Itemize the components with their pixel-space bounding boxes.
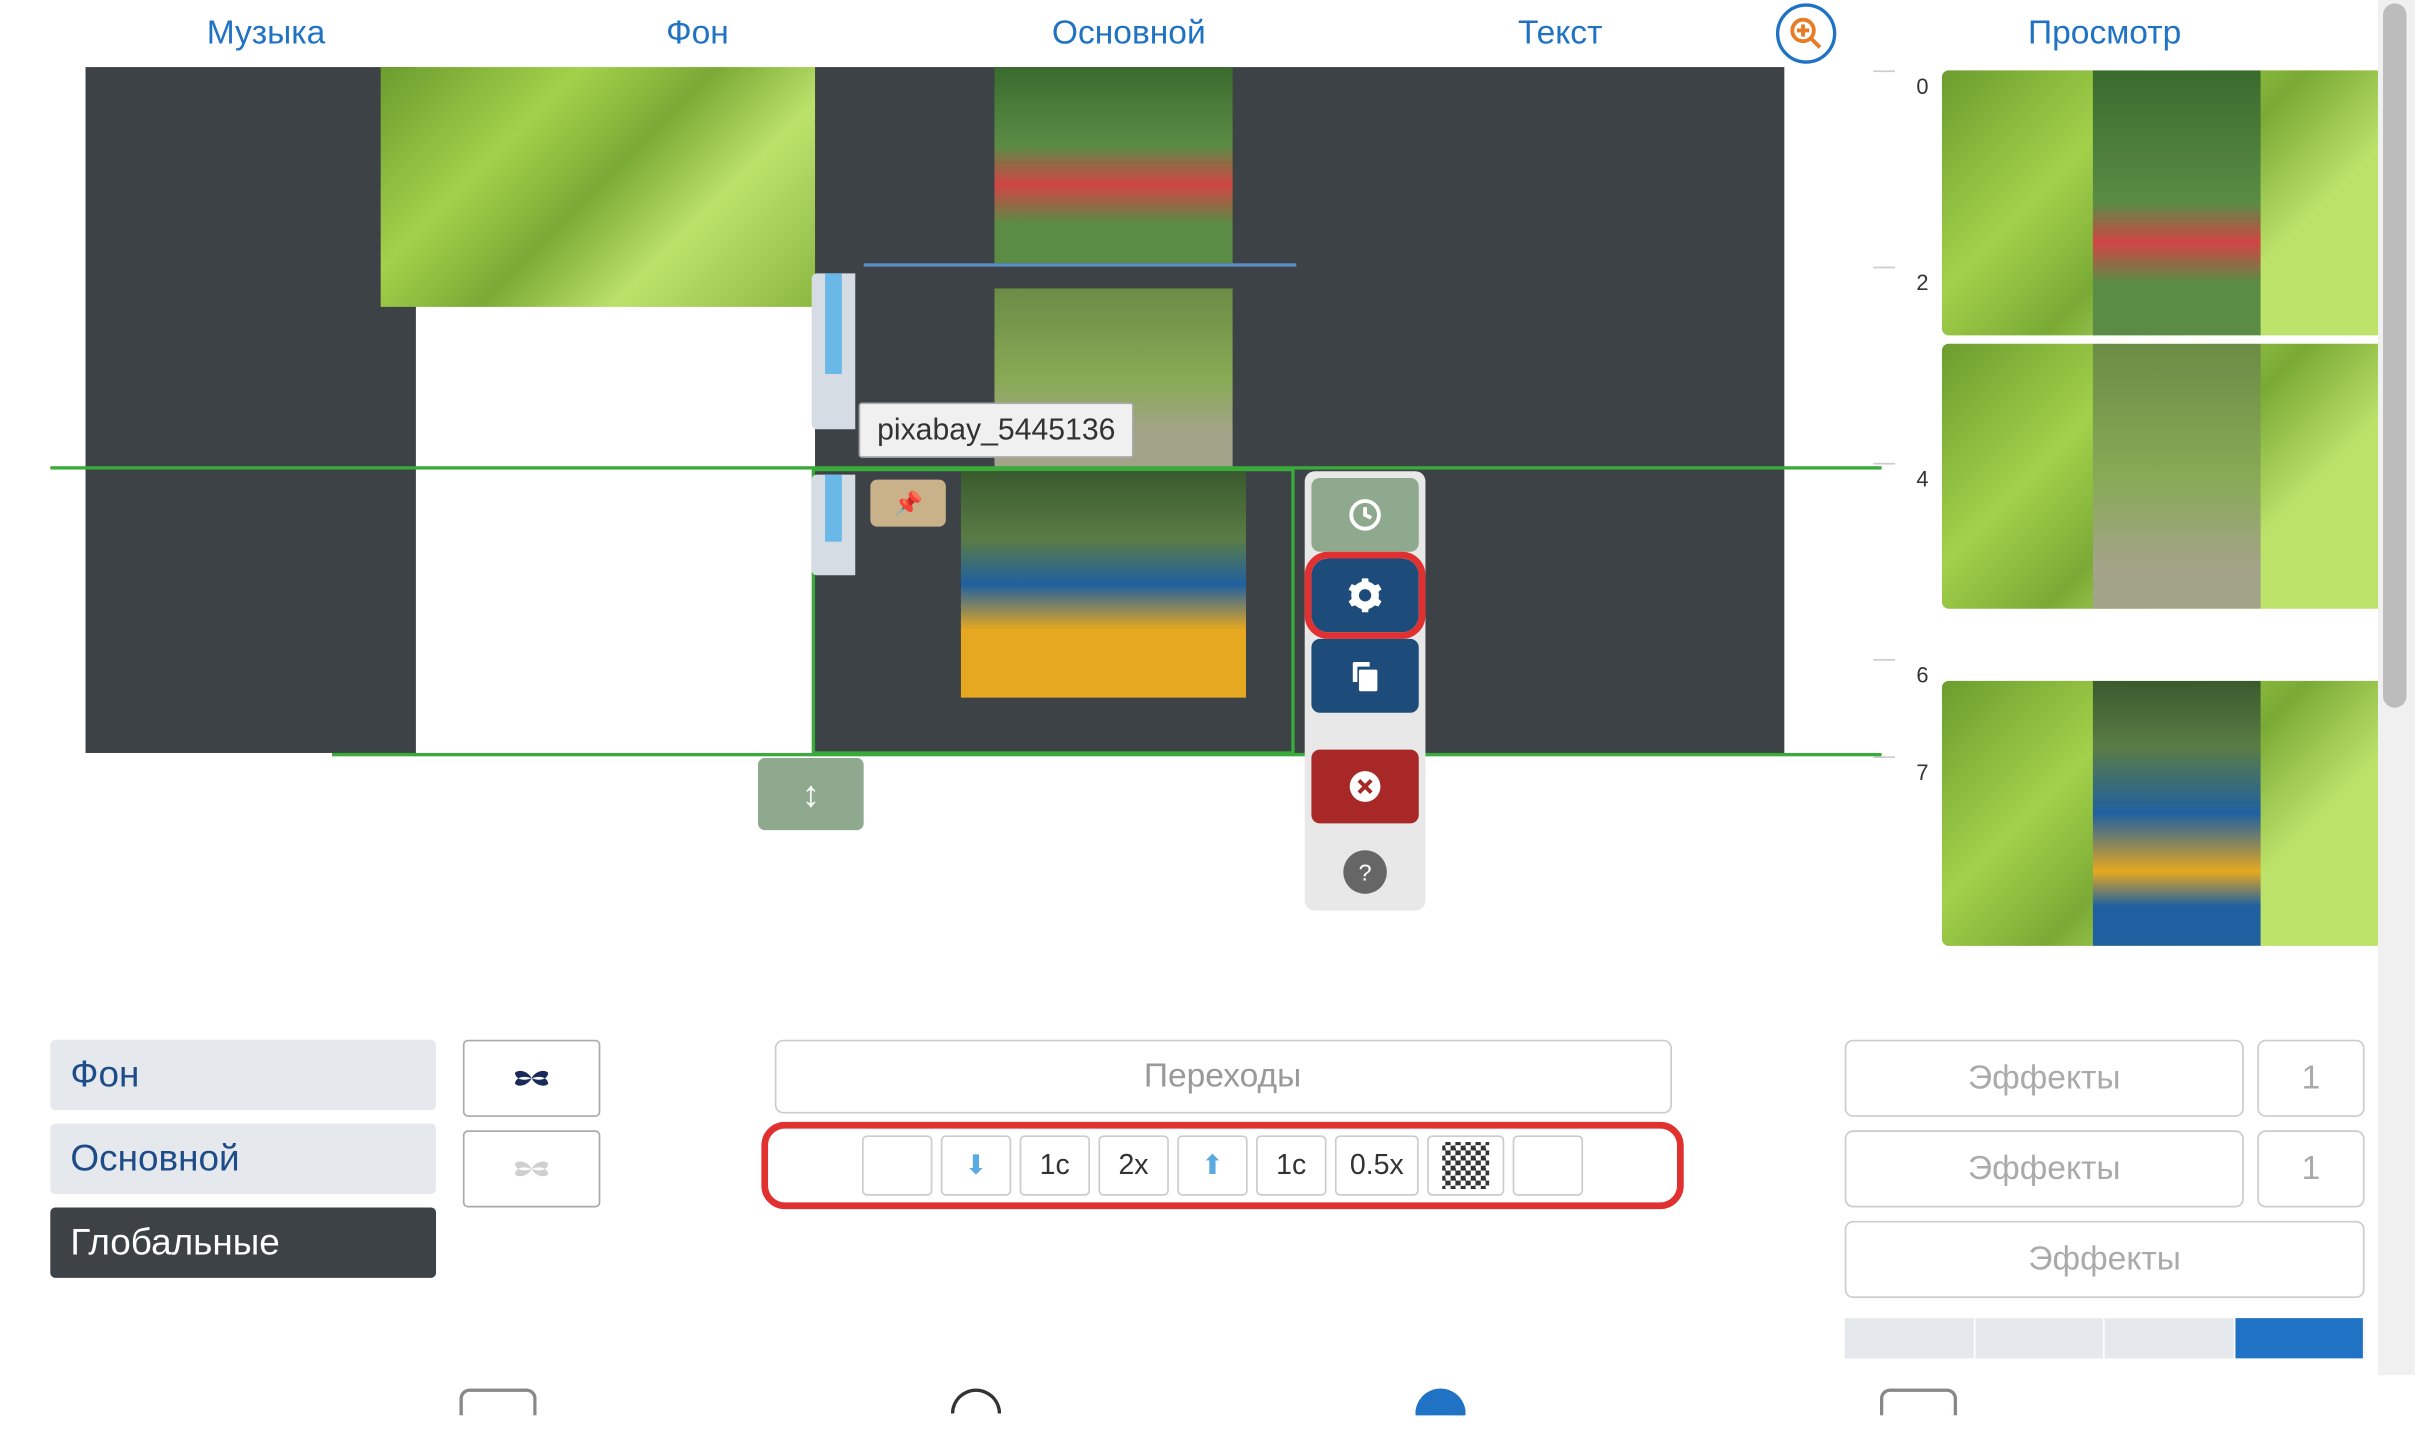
layer-global-button[interactable]: Глобальные	[50, 1207, 436, 1277]
effects-button-2[interactable]: Эффекты	[1845, 1130, 2244, 1207]
copy-icon	[1347, 657, 1384, 694]
transition-out-speed[interactable]: 0.5x	[1335, 1135, 1419, 1195]
effects-row-3: Эффекты	[1845, 1221, 2365, 1298]
thumbnail-column	[463, 1040, 601, 1208]
close-circle-icon	[1347, 768, 1384, 805]
arrows-vertical-icon: ↕	[802, 772, 820, 816]
preview-label: Просмотр	[1870, 14, 2340, 53]
effects-count-2: 1	[2257, 1130, 2364, 1207]
duration-button[interactable]	[1311, 478, 1418, 552]
bottom-panel: Фон Основной Глобальные Переходы ⬇ 1c 2x…	[0, 1023, 2415, 1432]
layer-labels: Фон Основной Глобальные	[50, 1040, 436, 1278]
indicator-3[interactable]	[1415, 1389, 1465, 1416]
transition-in-arrow[interactable]: ⬇	[941, 1135, 1011, 1195]
center-column: Переходы ⬇ 1c 2x ⬆ 1c 0.5x	[627, 1040, 1818, 1209]
workspace: 📌 pixabay_5445136 ↕	[0, 67, 2415, 1023]
move-vertical-handle[interactable]: ↕	[758, 758, 864, 830]
clip-tooltip: pixabay_5445136	[859, 402, 1134, 457]
scrollbar-thumb[interactable]	[2383, 3, 2406, 707]
snap-guide-bottom	[332, 753, 1882, 756]
thumb-bg[interactable]	[463, 1040, 601, 1117]
magnifier-plus-icon	[1788, 15, 1825, 52]
settings-button[interactable]	[1311, 558, 1418, 632]
butterfly-icon	[513, 1060, 550, 1097]
indicator-1[interactable]	[459, 1389, 536, 1416]
thumb-main[interactable]	[463, 1130, 601, 1207]
ruler-label-7: 7	[1916, 760, 1928, 785]
tabs-row: Музыка Фон Основной Текст Просмотр	[0, 0, 2415, 67]
preview-thumb-3[interactable]	[1942, 681, 2412, 946]
clip-2-handle[interactable]	[812, 273, 856, 429]
clip-3-handle[interactable]	[812, 475, 856, 576]
effects-button-3[interactable]: Эффекты	[1845, 1221, 2365, 1298]
clip-3[interactable]	[961, 471, 1246, 697]
tab-music[interactable]: Музыка	[50, 14, 481, 53]
preview-column	[1929, 67, 2415, 1023]
effects-count-1: 1	[2257, 1040, 2364, 1117]
indicator-4[interactable]	[1879, 1389, 1956, 1416]
effects-button-1[interactable]: Эффекты	[1845, 1040, 2244, 1117]
layer-main-button[interactable]: Основной	[50, 1124, 436, 1194]
arrow-up-icon: ⬆	[1201, 1149, 1223, 1183]
zoom-in-button[interactable]	[1776, 3, 1836, 63]
ruler-label-4: 4	[1916, 466, 1928, 491]
transitions-dropdown[interactable]: Переходы	[774, 1040, 1671, 1114]
ruler-mark	[1873, 463, 1895, 465]
ruler-mark	[1873, 70, 1895, 72]
timeline-area[interactable]: 📌 pixabay_5445136 ↕	[0, 67, 1882, 1023]
preview-thumb-2[interactable]	[1942, 344, 2412, 609]
transition-blank-1[interactable]	[862, 1135, 932, 1195]
noise-swatch-icon	[1442, 1142, 1489, 1189]
transition-texture[interactable]	[1427, 1135, 1504, 1195]
track-bg-left	[86, 67, 416, 753]
bottom-indicators	[50, 1389, 2364, 1416]
butterfly-icon	[513, 1150, 550, 1187]
pin-icon: 📌	[893, 489, 922, 518]
effects-column: Эффекты 1 Эффекты 1 Эффекты	[1845, 1040, 2365, 1359]
ruler-mark	[1873, 756, 1895, 758]
preview-thumb-1[interactable]	[1942, 70, 2412, 335]
clip-toolbar: ?	[1305, 471, 1426, 910]
effects-row-2: Эффекты 1	[1845, 1130, 2365, 1207]
clock-icon	[1347, 496, 1384, 533]
transition-controls: ⬇ 1c 2x ⬆ 1c 0.5x	[761, 1122, 1683, 1209]
arrow-down-icon: ⬇	[965, 1149, 987, 1183]
seg-4[interactable]	[2235, 1318, 2365, 1358]
clip-1[interactable]	[994, 67, 1232, 263]
ruler-mark	[1873, 267, 1895, 269]
transition-out-arrow[interactable]: ⬆	[1177, 1135, 1247, 1195]
gear-icon	[1347, 577, 1384, 614]
tab-main[interactable]: Основной	[913, 14, 1344, 53]
ruler-label-6: 6	[1916, 662, 1928, 687]
controls-row: Фон Основной Глобальные Переходы ⬇ 1c 2x…	[50, 1040, 2364, 1359]
background-clip[interactable]	[381, 67, 815, 307]
question-icon: ?	[1359, 859, 1372, 886]
tab-text[interactable]: Текст	[1345, 14, 1776, 53]
help-button[interactable]: ?	[1343, 850, 1387, 894]
ruler-label-2: 2	[1916, 270, 1928, 295]
tabs-main: Музыка Фон Основной Текст	[50, 14, 1776, 53]
transition-in-speed[interactable]: 2x	[1098, 1135, 1168, 1195]
effects-row-1: Эффекты 1	[1845, 1040, 2365, 1117]
seg-2[interactable]	[1975, 1318, 2105, 1358]
copy-button[interactable]	[1311, 639, 1418, 713]
indicator-2[interactable]	[950, 1389, 1000, 1414]
seg-3[interactable]	[2105, 1318, 2235, 1358]
tab-background[interactable]: Фон	[482, 14, 913, 53]
tracks-container: 📌 pixabay_5445136 ↕	[50, 67, 1881, 1023]
transition-in-time[interactable]: 1c	[1019, 1135, 1089, 1195]
segmented-control[interactable]	[1845, 1318, 2365, 1358]
ruler-mark	[1873, 659, 1895, 661]
timeline-ruler: 0 2 4 6 7	[1882, 67, 1929, 1023]
transition-blank-2[interactable]	[1513, 1135, 1583, 1195]
delete-button[interactable]	[1311, 750, 1418, 824]
clip-divider	[864, 263, 1297, 266]
transition-out-time[interactable]: 1c	[1256, 1135, 1326, 1195]
layer-bg-button[interactable]: Фон	[50, 1040, 436, 1110]
seg-1[interactable]	[1845, 1318, 1975, 1358]
pin-button[interactable]: 📌	[870, 480, 945, 527]
ruler-label-0: 0	[1916, 74, 1928, 99]
vertical-scrollbar[interactable]	[2378, 0, 2415, 1375]
